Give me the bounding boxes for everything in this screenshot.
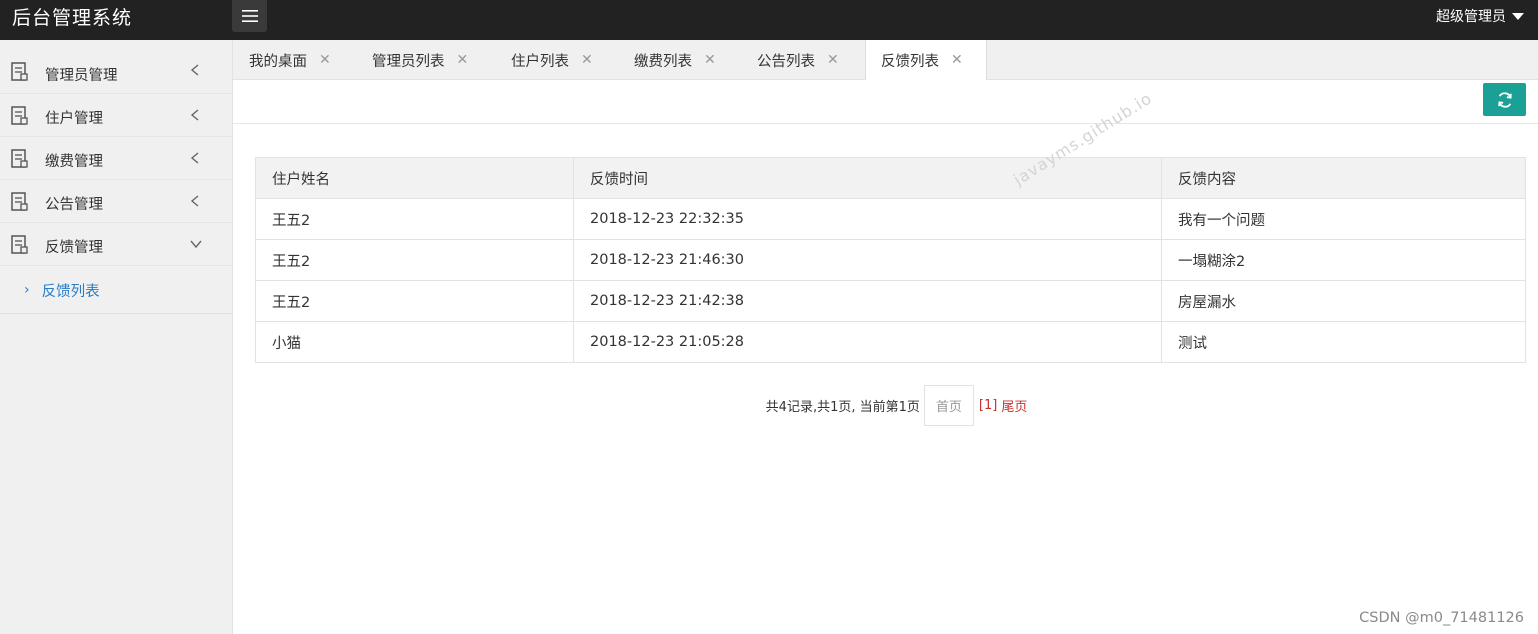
refresh-button[interactable] [1483,83,1526,116]
cell-feedback-content: 我有一个问题 [1161,198,1526,240]
caret-down-icon [1512,12,1524,20]
close-icon[interactable]: ✕ [457,52,469,68]
table-row: 小猫 2018-12-23 21:05:28 测试 [255,321,1526,363]
tab-bar: 我的桌面 ✕ 管理员列表 ✕ 住户列表 ✕ 缴费列表 ✕ 公告列表 ✕ 反馈列表… [233,40,1538,80]
tab-feedback-list[interactable]: 反馈列表 ✕ [865,40,987,80]
chevron-left-icon [190,64,199,76]
document-icon [11,62,28,81]
cell-feedback-content: 测试 [1161,321,1526,363]
chevron-right-icon: › [24,282,30,298]
chevron-left-icon [190,195,199,207]
source-credit: CSDN @m0_71481126 [1359,610,1524,626]
chevron-left-icon [190,109,199,121]
column-header-feedback-content: 反馈内容 [1161,157,1526,199]
close-icon[interactable]: ✕ [581,52,593,68]
cell-resident-name: 王五2 [255,280,574,322]
cell-feedback-content: 一塌糊涂2 [1161,239,1526,281]
cell-feedback-time: 2018-12-23 21:05:28 [573,321,1162,363]
tab-label: 反馈列表 [881,53,939,70]
refresh-icon [1497,91,1512,108]
column-header-resident-name: 住户姓名 [255,157,574,199]
tab-desktop[interactable]: 我的桌面 ✕ [249,40,331,80]
user-name: 超级管理员 [1436,9,1506,25]
tab-admin-list[interactable]: 管理员列表 ✕ [372,40,468,80]
table-row: 王五2 2018-12-23 22:32:35 我有一个问题 [255,198,1526,240]
close-icon[interactable]: ✕ [827,52,839,68]
document-icon [11,192,28,211]
main-content: 住户姓名 反馈时间 反馈内容 王五2 2018-12-23 22:32:35 我… [233,124,1538,634]
cell-feedback-content: 房屋漏水 [1161,280,1526,322]
sidebar-item-label: 反馈管理 [45,240,103,256]
cell-resident-name: 王五2 [255,239,574,281]
document-icon [11,235,28,254]
chevron-left-icon [190,152,199,164]
chevron-down-icon [190,240,202,249]
tab-label: 缴费列表 [634,53,692,70]
document-icon [11,149,28,168]
close-icon[interactable]: ✕ [319,52,331,68]
page-1-link[interactable]: [1] [979,398,997,413]
tab-resident-list[interactable]: 住户列表 ✕ [511,40,593,80]
last-page-link[interactable]: 尾页 [1001,396,1027,415]
pagination: 共4记录,共1页, 当前第1页 首页 [1] 尾页 [233,385,1538,426]
table-header-row: 住户姓名 反馈时间 反馈内容 [255,157,1526,199]
cell-resident-name: 小猫 [255,321,574,363]
sidebar-item-feedback[interactable]: 反馈管理 [0,223,232,266]
top-bar: 后台管理系统 超级管理员 [0,0,1538,40]
tab-label: 住户列表 [511,53,569,70]
cell-feedback-time: 2018-12-23 22:32:35 [573,198,1162,240]
table-row: 王五2 2018-12-23 21:46:30 一塌糊涂2 [255,239,1526,281]
document-icon [11,106,28,125]
app-title: 后台管理系统 [12,7,133,29]
table-row: 王五2 2018-12-23 21:42:38 房屋漏水 [255,280,1526,322]
sidebar-item-payments[interactable]: 缴费管理 [0,137,232,180]
sidebar-item-residents[interactable]: 住户管理 [0,94,232,137]
hamburger-icon [241,10,258,22]
sidebar: 管理员管理 住户管理 缴费管理 公告管理 反馈管理 › 反馈列表 [0,40,233,634]
cell-feedback-time: 2018-12-23 21:42:38 [573,280,1162,322]
menu-toggle-button[interactable] [232,0,267,32]
cell-resident-name: 王五2 [255,198,574,240]
feedback-table: 住户姓名 反馈时间 反馈内容 王五2 2018-12-23 22:32:35 我… [255,157,1526,363]
sidebar-item-label: 缴费管理 [45,154,103,170]
sidebar-subitem-feedback-list[interactable]: › 反馈列表 [24,280,100,300]
sidebar-item-label: 管理员管理 [45,68,118,84]
tab-notice-list[interactable]: 公告列表 ✕ [757,40,839,80]
tab-label: 我的桌面 [249,53,307,70]
tab-label: 公告列表 [757,53,815,70]
sidebar-subitem-label: 反馈列表 [41,283,100,300]
user-menu[interactable]: 超级管理员 [1436,6,1524,26]
sidebar-subnav: › 反馈列表 [0,266,232,314]
sidebar-item-label: 住户管理 [45,111,103,127]
cell-feedback-time: 2018-12-23 21:46:30 [573,239,1162,281]
sidebar-item-notices[interactable]: 公告管理 [0,180,232,223]
tab-payment-list[interactable]: 缴费列表 ✕ [634,40,716,80]
column-header-feedback-time: 反馈时间 [573,157,1162,199]
toolbar [233,80,1538,124]
tab-label: 管理员列表 [372,53,445,70]
close-icon[interactable]: ✕ [704,52,716,68]
sidebar-item-admin[interactable]: 管理员管理 [0,40,232,94]
first-page-button[interactable]: 首页 [923,385,974,426]
close-icon[interactable]: ✕ [951,52,963,68]
sidebar-item-label: 公告管理 [45,197,103,213]
pagination-info: 共4记录,共1页, 当前第1页 [765,400,920,415]
